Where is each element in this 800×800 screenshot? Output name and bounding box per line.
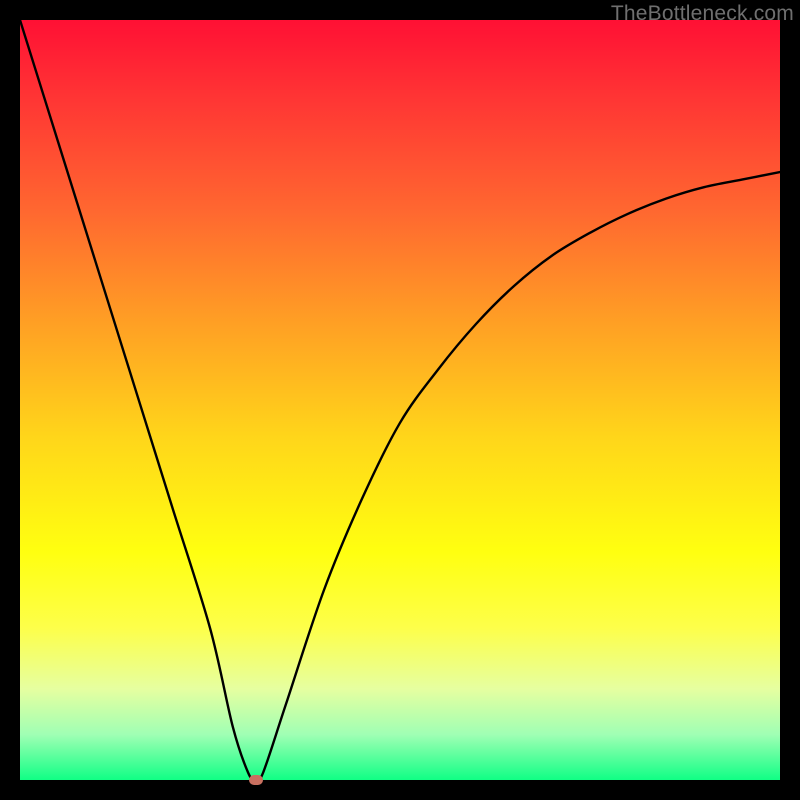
optimum-marker: [249, 775, 263, 785]
bottleneck-curve: [20, 20, 780, 780]
curve-svg: [20, 20, 780, 780]
plot-area: [20, 20, 780, 780]
chart-frame: TheBottleneck.com: [0, 0, 800, 800]
